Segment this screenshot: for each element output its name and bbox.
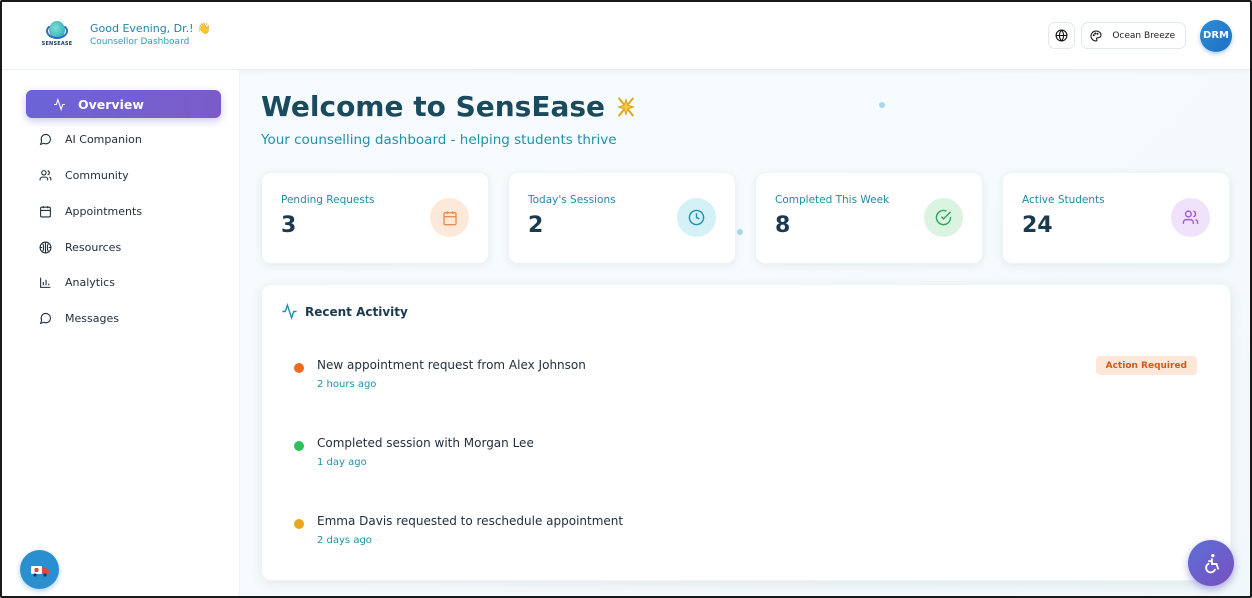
stat-badge [924,198,963,237]
stat-label: Completed This Week [775,194,890,206]
globe-icon [38,240,52,254]
stat-card-completed-this-week: Completed This Week 8 [755,172,983,264]
activity-time: 2 days ago [317,535,372,546]
clock-icon [688,209,705,226]
sidebar-item-community[interactable]: Community [26,162,221,190]
check-circle-icon [935,209,952,226]
stat-label: Active Students [1022,194,1105,206]
stat-value: 8 [775,213,791,238]
dashboard-subtitle: Counsellor Dashboard [90,37,190,47]
page-title: Welcome to SensEase [261,90,637,123]
sidebar-item-resources[interactable]: Resources [26,233,221,261]
sidebar-item-messages[interactable]: Messages [26,305,221,333]
stat-label: Today's Sessions [528,194,616,206]
decorative-dot [737,229,743,235]
ambulance-icon [30,565,49,577]
main-content: Welcome to SensEase Your counselling das… [240,70,1250,596]
status-dot [294,363,304,373]
stat-value: 24 [1022,213,1053,238]
sidebar-item-label: AI Companion [65,133,142,147]
top-header: SENSEASE Good Evening, Dr.! 👋 Counsellor… [2,2,1250,70]
header-actions: Ocean Breeze DRM [1048,19,1232,52]
activity-icon [52,97,66,111]
palette-icon [1090,29,1102,42]
stat-card-active-students: Active Students 24 [1002,172,1230,264]
globe-icon [1055,29,1068,42]
status-dot [294,519,304,529]
accessibility-button[interactable] [1188,540,1234,586]
sidebar-item-label: Messages [65,312,119,326]
sparkle-icon [616,96,636,117]
activity-text: Completed session with Morgan Lee [317,436,534,450]
sidebar-item-label: Appointments [65,204,143,218]
activity-icon [282,303,297,320]
calendar-icon [38,204,52,218]
activity-time: 2 hours ago [317,379,377,390]
recent-activity-panel: Recent Activity New appointment request … [261,284,1231,581]
greeting-block: Good Evening, Dr.! 👋 Counsellor Dashboar… [90,22,211,49]
language-button[interactable] [1048,22,1076,49]
app-window: SENSEASE Good Evening, Dr.! 👋 Counsellor… [0,0,1252,598]
users-icon [38,169,52,183]
decorative-dot [879,102,885,108]
stat-card-pending-requests: Pending Requests 3 [261,172,489,264]
sensease-logo: SENSEASE [40,19,74,53]
message-circle-icon [38,312,52,326]
activity-time: 1 day ago [317,457,367,468]
action-required-badge[interactable]: Action Required [1095,356,1197,375]
user-avatar[interactable]: DRM [1200,19,1232,52]
activity-text: Emma Davis requested to reschedule appoi… [317,514,624,528]
greeting-text: Good Evening, Dr.! 👋 [90,22,211,35]
sidebar-item-analytics[interactable]: Analytics [26,269,221,297]
emergency-button[interactable] [20,550,59,589]
theme-selector-button[interactable]: Ocean Breeze [1081,22,1186,49]
page-tagline: Your counselling dashboard - helping stu… [261,132,617,148]
sidebar-item-ai-companion[interactable]: AI Companion [26,126,221,154]
activity-text: New appointment request from Alex Johnso… [317,358,586,372]
status-dot [294,441,304,451]
theme-label: Ocean Breeze [1112,30,1175,41]
sidebar-item-label: Resources [65,240,122,254]
bar-chart-icon [38,276,52,290]
recent-activity-header: Recent Activity [281,303,408,320]
sidebar: Overview AI Companion Community Appointm… [2,70,240,596]
stat-badge [677,198,716,237]
stat-card-todays-sessions: Today's Sessions 2 [508,172,736,264]
stat-value: 2 [528,213,544,238]
message-circle-icon [38,133,52,147]
sidebar-item-overview[interactable]: Overview [26,90,221,118]
accessibility-icon [1205,554,1220,574]
sidebar-item-label: Community [65,169,129,183]
stat-badge [1171,198,1210,237]
calendar-icon [442,210,457,225]
sidebar-item-appointments[interactable]: Appointments [26,197,221,225]
stat-value: 3 [281,213,297,238]
sidebar-nav: Overview AI Companion Community Appointm… [26,90,221,341]
sidebar-item-label: Overview [78,96,144,112]
stat-label: Pending Requests [281,194,375,206]
stat-badge [430,198,469,237]
recent-activity-title: Recent Activity [305,304,408,319]
sidebar-item-label: Analytics [65,276,115,290]
users-icon [1182,210,1199,224]
